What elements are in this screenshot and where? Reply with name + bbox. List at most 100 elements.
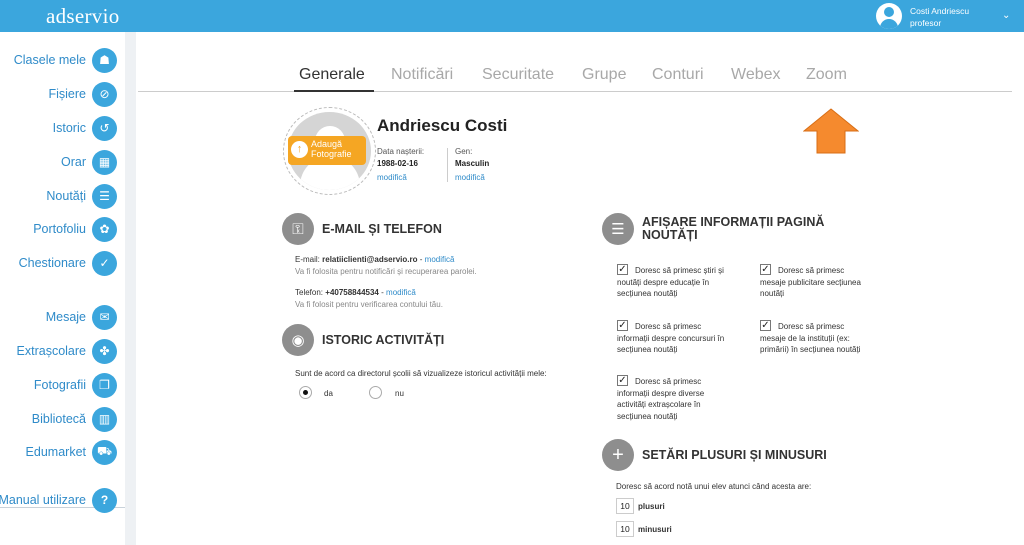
- tab-grupe[interactable]: Grupe: [582, 66, 626, 84]
- news-section-header: ☰ AFIȘARE INFORMAȚII PAGINĂ NOUTĂȚI: [602, 213, 862, 245]
- phone-note: Va fi folosit pentru verificarea contulu…: [295, 300, 443, 309]
- help-icon: ?: [92, 487, 117, 513]
- phone-value: +40758844534: [325, 288, 379, 297]
- key-icon: ⚿: [282, 213, 314, 245]
- sidebar-item-orar[interactable]: Orar ▦: [61, 149, 117, 175]
- sidebar-item-noutati[interactable]: Noutăți ☰: [46, 183, 117, 209]
- gender-value: Masculin: [455, 159, 490, 168]
- email-note: Va fi folosita pentru notificări și recu…: [295, 267, 477, 276]
- plus-count-input[interactable]: 10: [616, 498, 634, 514]
- history-section-header: ◉ ISTORIC ACTIVITĂȚI: [282, 324, 444, 356]
- news-option-text: Doresc să primesc informații despre conc…: [617, 322, 725, 354]
- mail-icon: ✉: [92, 304, 117, 330]
- user-avatar-icon: [876, 3, 902, 29]
- upload-icon: ↑: [291, 141, 308, 158]
- cart-icon: ⛟: [92, 439, 117, 465]
- sidebar-item-edumarket[interactable]: Edumarket ⛟: [26, 439, 117, 465]
- plusminus-text: Doresc să acord notă unui elev atunci câ…: [616, 482, 812, 491]
- news-option-text: Doresc să primesc știri și noutăți despr…: [617, 266, 724, 298]
- app-logo[interactable]: adservio: [46, 4, 120, 29]
- sidebar-item-label: Orar: [61, 155, 86, 169]
- activity-icon: ✤: [92, 338, 117, 364]
- tab-zoom[interactable]: Zoom: [806, 66, 847, 84]
- minus-count-input[interactable]: 10: [616, 521, 634, 537]
- sidebar-item-label: Extrașcolare: [16, 344, 86, 358]
- sidebar-item-clasele[interactable]: Clasele mele ☗: [14, 47, 117, 73]
- tab-notificari[interactable]: Notificări: [391, 66, 453, 84]
- birth-date-label: Data nașterii:: [377, 147, 425, 156]
- sidebar-item-label: Chestionare: [18, 256, 86, 270]
- sidebar-item-extrascolare[interactable]: Extrașcolare ✤: [17, 338, 117, 364]
- plus-icon: +: [602, 439, 634, 471]
- edit-birth-date-link[interactable]: modifică: [377, 173, 407, 182]
- portfolio-icon: ✿: [92, 216, 117, 242]
- tab-webex[interactable]: Webex: [731, 66, 781, 84]
- news-icon: ☰: [92, 183, 117, 209]
- calendar-icon: ▦: [92, 149, 117, 175]
- sidebar-item-manual[interactable]: Manual utilizare?: [0, 487, 117, 513]
- news-icon: ☰: [602, 213, 634, 245]
- minus-label: minusuri: [638, 525, 672, 534]
- sidebar-item-fotografii[interactable]: Fotografii ❐: [34, 372, 117, 398]
- section-title: SETĂRI PLUSURI ȘI MINUSURI: [642, 447, 827, 462]
- paperclip-icon: ⊘: [92, 81, 117, 107]
- active-tab-underline: [294, 90, 374, 92]
- separator: -: [419, 255, 423, 264]
- sidebar-item-label: Fișiere: [48, 87, 86, 101]
- sidebar-border: [125, 32, 136, 545]
- history-no-label: nu: [395, 389, 404, 398]
- plus-label: plusuri: [638, 502, 665, 511]
- sidebar-item-biblioteca[interactable]: Bibliotecă ▥: [32, 406, 117, 432]
- section-title: AFIȘARE INFORMAȚII PAGINĂ NOUTĂȚI: [642, 215, 825, 242]
- sidebar-item-mesaje[interactable]: Mesaje ✉: [46, 304, 117, 330]
- history-consent-text: Sunt de acord ca directorul școlii să vi…: [295, 369, 547, 378]
- contact-section-header: ⚿ E-MAIL ȘI TELEFON: [282, 213, 442, 245]
- tab-conturi[interactable]: Conturi: [652, 66, 704, 84]
- user-name: Costi Andriescu: [910, 6, 970, 16]
- section-title: E-MAIL ȘI TELEFON: [322, 221, 442, 236]
- sidebar-item-label: Manual utilizare: [0, 493, 86, 507]
- news-option-text: Doresc să primesc informații despre dive…: [617, 377, 705, 421]
- profile-name: Andriescu Costi: [377, 116, 508, 135]
- sidebar-item-label: Bibliotecă: [31, 412, 86, 426]
- section-title: ISTORIC ACTIVITĂȚI: [322, 332, 445, 347]
- sidebar-item-fisiere[interactable]: Fișiere ⊘: [48, 81, 117, 107]
- eye-icon: ◉: [282, 324, 314, 356]
- add-photo-button[interactable]: ↑ Adaugă Fotografie: [288, 136, 366, 165]
- separator: -: [381, 288, 384, 297]
- email-row: E-mail: relatiiclienti@adservio.ro - mod…: [295, 255, 454, 264]
- people-icon: ☗: [92, 47, 117, 73]
- sidebar-item-label: Istoric: [52, 121, 86, 135]
- edit-gender-link[interactable]: modifică: [455, 173, 485, 182]
- sidebar-item-label: Mesaje: [45, 310, 86, 324]
- chevron-down-icon[interactable]: ⌄: [1002, 10, 1010, 21]
- arrow-up-icon: [803, 108, 859, 154]
- sidebar-item-chestionare[interactable]: Chestionare ✓: [19, 250, 117, 276]
- sidebar: Clasele mele ☗ Fișiere ⊘ Istoric ↺ Orar ▦ No…: [0, 32, 125, 545]
- history-no-radio[interactable]: [369, 386, 382, 399]
- tabs-divider: [138, 91, 1012, 92]
- sidebar-item-istoric[interactable]: Istoric ↺: [53, 115, 117, 141]
- news-option-text: Doresc să primesc mesaje publicitare sec…: [760, 266, 861, 298]
- sidebar-item-label: Portofoliu: [33, 222, 86, 236]
- tab-generale[interactable]: Generale: [299, 66, 365, 84]
- birth-date-value: 1988-02-16: [377, 159, 418, 168]
- add-photo-label: Adaugă Fotografie: [311, 139, 352, 159]
- sidebar-item-label: Clasele mele: [13, 53, 86, 67]
- user-role: profesor: [910, 18, 942, 28]
- edit-email-link[interactable]: modifică: [425, 255, 455, 264]
- news-option-text: Doresc să primesc mesaje de la instituți…: [760, 322, 861, 354]
- plusminus-section-header: + SETĂRI PLUSURI ȘI MINUSURI: [602, 439, 827, 471]
- library-icon: ▥: [92, 406, 117, 432]
- sidebar-item-label: Fotografii: [33, 378, 86, 392]
- gender-label: Gen:: [455, 147, 473, 156]
- email-value: relatiiclienti@adservio.ro: [322, 255, 418, 264]
- top-bar: adservio Costi Andriescu profesor ⌄: [0, 0, 1024, 32]
- field-divider: [447, 148, 448, 182]
- edit-phone-link[interactable]: modifică: [386, 288, 416, 297]
- history-yes-radio[interactable]: [299, 386, 312, 399]
- history-yes-label: da: [324, 389, 333, 398]
- sidebar-item-portofoliu[interactable]: Portofoliu ✿: [33, 216, 117, 242]
- tab-securitate[interactable]: Securitate: [482, 66, 554, 84]
- sidebar-item-label: Noutăți: [46, 189, 86, 203]
